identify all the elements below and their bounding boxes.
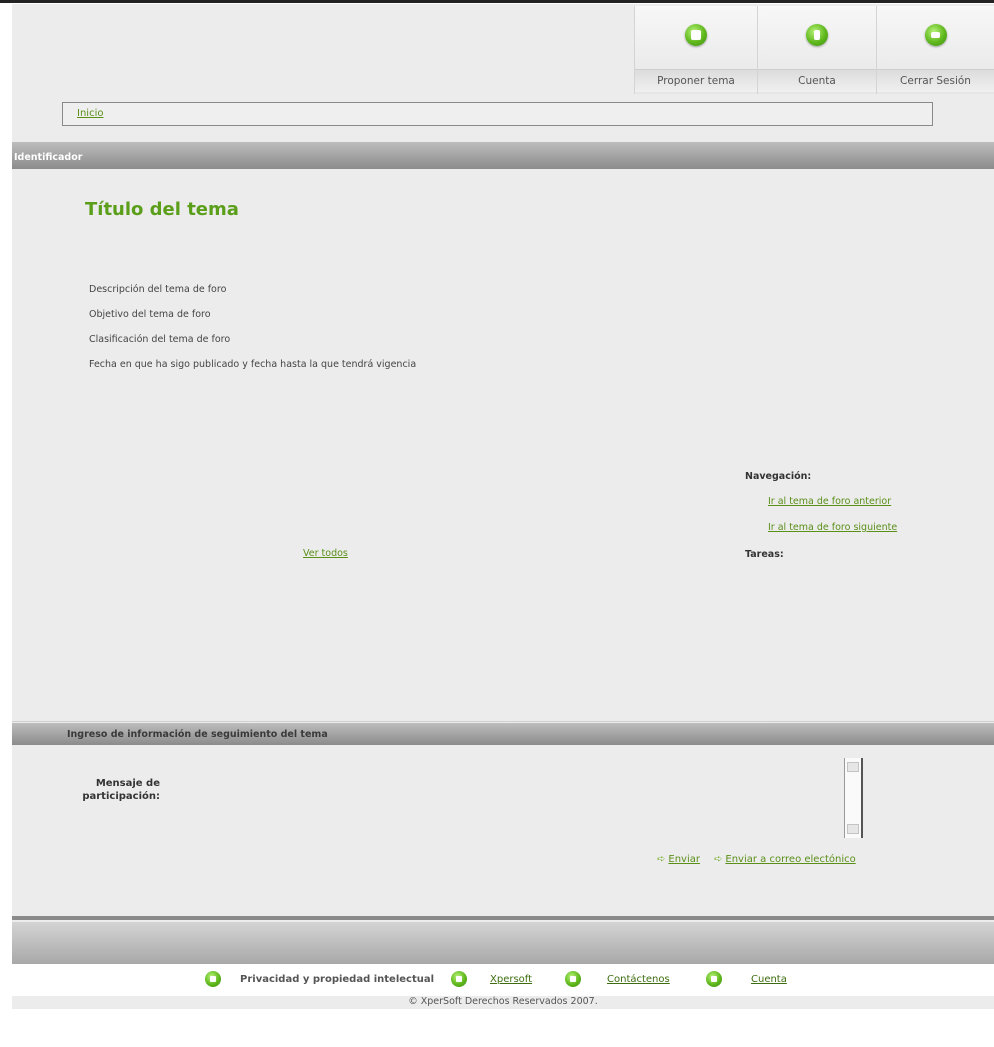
footer-links: Privacidad y propiedad intelectual Xpers… bbox=[12, 964, 994, 996]
nav-propose-topic[interactable]: Proponer tema bbox=[634, 6, 757, 94]
prev-topic-link[interactable]: Ir al tema de foro anterior bbox=[768, 496, 891, 507]
nav-label: Cuenta bbox=[758, 69, 876, 92]
topic-dates: Fecha en que ha sigo publicado y fecha h… bbox=[89, 359, 417, 370]
contact-link[interactable]: Contáctenos bbox=[607, 974, 670, 985]
copyright: © XperSoft Derechos Reservados 2007. bbox=[408, 996, 598, 1007]
scroll-up-arrow-icon[interactable] bbox=[847, 762, 859, 772]
send-action[interactable]: ➪ Enviar bbox=[657, 854, 700, 865]
breadcrumb: Inicio bbox=[62, 102, 933, 126]
send-link[interactable]: Enviar bbox=[668, 854, 700, 865]
message-label: Mensaje de participación: bbox=[82, 778, 160, 802]
send-email-link[interactable]: Enviar a correo electónico bbox=[725, 854, 855, 865]
topic-objective: Objetivo del tema de foro bbox=[89, 309, 211, 320]
arrow-icon: ➪ bbox=[714, 854, 723, 865]
navigation-heading: Navegación: bbox=[745, 471, 812, 482]
identifier-bar: Identificador bbox=[12, 142, 994, 169]
arrow-icon: ➪ bbox=[657, 854, 666, 865]
exit-arrow-icon bbox=[924, 24, 947, 46]
breadcrumb-home-link[interactable]: Inicio bbox=[77, 108, 103, 119]
divider bbox=[12, 721, 994, 722]
topic-title: Título del tema bbox=[85, 199, 239, 220]
view-all-link[interactable]: Ver todos bbox=[303, 548, 348, 559]
footer-divider bbox=[12, 916, 994, 920]
nav-logout[interactable]: Cerrar Sesión bbox=[876, 6, 994, 94]
page-container: Proponer tema Cuenta Cerrar Sesión Inici… bbox=[12, 4, 994, 1009]
lock-icon bbox=[565, 971, 581, 987]
lock-icon bbox=[451, 971, 467, 987]
followup-heading: Ingreso de información de seguimiento de… bbox=[67, 729, 328, 740]
topic-classification: Clasificación del tema de foro bbox=[89, 334, 231, 345]
nav-account[interactable]: Cuenta bbox=[757, 6, 876, 94]
followup-bar: Ingreso de información de seguimiento de… bbox=[12, 723, 994, 745]
message-textarea-scrollbar[interactable] bbox=[844, 758, 863, 838]
nav-label: Proponer tema bbox=[635, 69, 757, 92]
identifier-label: Identificador bbox=[14, 152, 83, 163]
topic-description: Descripción del tema de foro bbox=[89, 284, 227, 295]
top-border bbox=[0, 0, 994, 3]
privacy-link[interactable]: Privacidad y propiedad intelectual bbox=[240, 974, 434, 985]
xpersoft-link[interactable]: Xpersoft bbox=[490, 974, 532, 985]
send-email-action[interactable]: ➪ Enviar a correo electónico bbox=[714, 854, 856, 865]
next-topic-link[interactable]: Ir al tema de foro siguiente bbox=[768, 522, 897, 533]
mail-icon bbox=[685, 24, 707, 46]
lock-icon bbox=[205, 971, 221, 987]
nav-label: Cerrar Sesión bbox=[877, 69, 994, 92]
account-link[interactable]: Cuenta bbox=[751, 974, 787, 985]
document-icon bbox=[806, 24, 828, 46]
tasks-heading: Tareas: bbox=[745, 549, 784, 560]
footer-band bbox=[12, 922, 994, 964]
scroll-down-arrow-icon[interactable] bbox=[847, 824, 859, 834]
lock-icon bbox=[706, 971, 722, 987]
